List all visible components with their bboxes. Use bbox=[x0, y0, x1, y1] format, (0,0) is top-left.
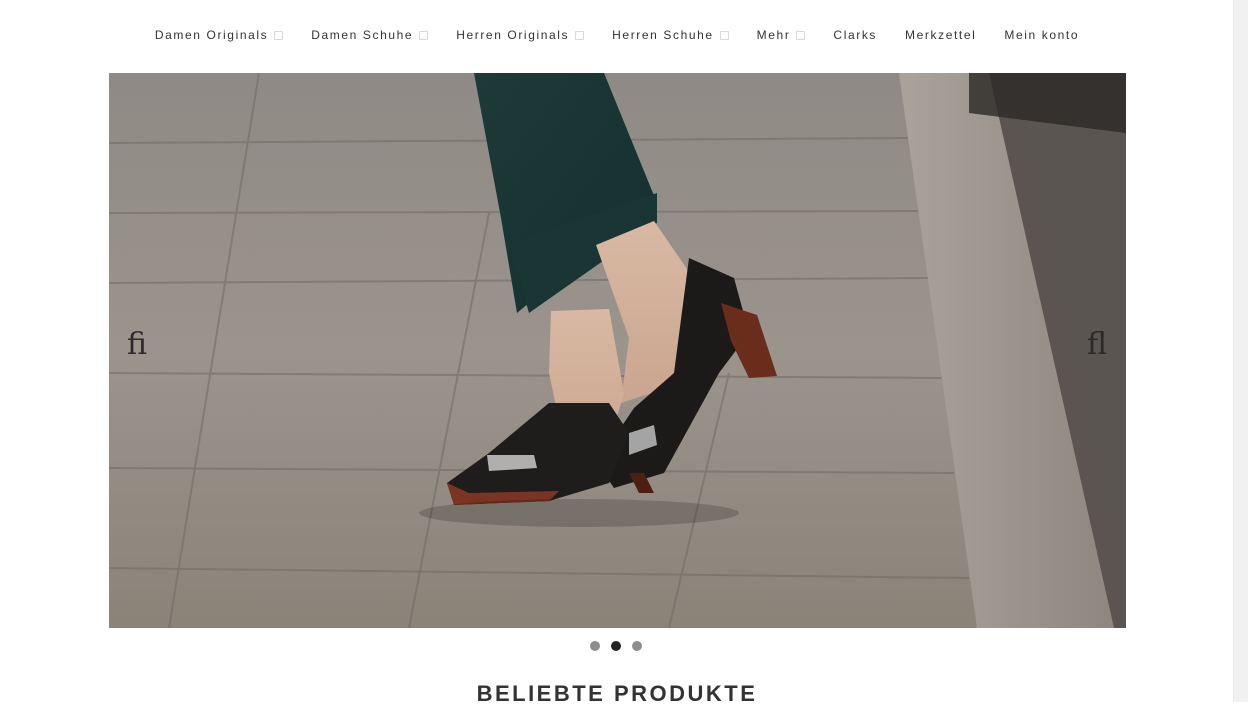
hero-slider[interactable] bbox=[109, 73, 1126, 628]
hero-shoe-image bbox=[109, 73, 1126, 628]
main-navigation: Damen Originals Damen Schuhe Herren Orig… bbox=[0, 0, 1234, 70]
nav-item-mehr[interactable]: Mehr bbox=[743, 28, 820, 42]
nav-list: Damen Originals Damen Schuhe Herren Orig… bbox=[141, 28, 1093, 42]
nav-item-label: Mein konto bbox=[1004, 28, 1080, 42]
nav-item-label: Merkzettel bbox=[905, 28, 977, 42]
dropdown-caret-icon bbox=[719, 30, 729, 40]
scrollbar-track[interactable] bbox=[1233, 0, 1248, 702]
nav-item-label: Damen Schuhe bbox=[311, 28, 414, 42]
nav-item-label: Clarks bbox=[833, 28, 878, 42]
slider-pagination bbox=[590, 641, 642, 651]
nav-item-herren-schuhe[interactable]: Herren Schuhe bbox=[598, 28, 743, 42]
nav-item-label: Damen Originals bbox=[154, 28, 269, 42]
nav-item-clarks[interactable]: Clarks bbox=[819, 28, 891, 42]
nav-item-damen-originals[interactable]: Damen Originals bbox=[141, 28, 297, 42]
nav-item-damen-schuhe[interactable]: Damen Schuhe bbox=[297, 28, 442, 42]
slider-dot-3[interactable] bbox=[632, 641, 642, 651]
slider-dot-2[interactable] bbox=[611, 641, 621, 651]
dropdown-caret-icon bbox=[419, 30, 429, 40]
nav-item-merkzettel[interactable]: Merkzettel bbox=[891, 28, 990, 42]
dropdown-caret-icon bbox=[575, 30, 585, 40]
nav-item-label: Mehr bbox=[756, 28, 791, 42]
slider-prev-arrow-icon[interactable]: ﬁ bbox=[127, 330, 147, 360]
section-title-popular-products: BELIEBTE PRODUKTE bbox=[476, 681, 758, 706]
dropdown-caret-icon bbox=[796, 30, 806, 40]
dropdown-caret-icon bbox=[274, 30, 284, 40]
nav-item-label: Herren Originals bbox=[456, 28, 570, 42]
slider-next-arrow-icon[interactable]: ﬂ bbox=[1087, 330, 1107, 360]
nav-item-label: Herren Schuhe bbox=[612, 28, 714, 42]
nav-item-mein-konto[interactable]: Mein konto bbox=[990, 28, 1093, 42]
nav-item-herren-originals[interactable]: Herren Originals bbox=[442, 28, 598, 42]
slider-dot-1[interactable] bbox=[590, 641, 600, 651]
